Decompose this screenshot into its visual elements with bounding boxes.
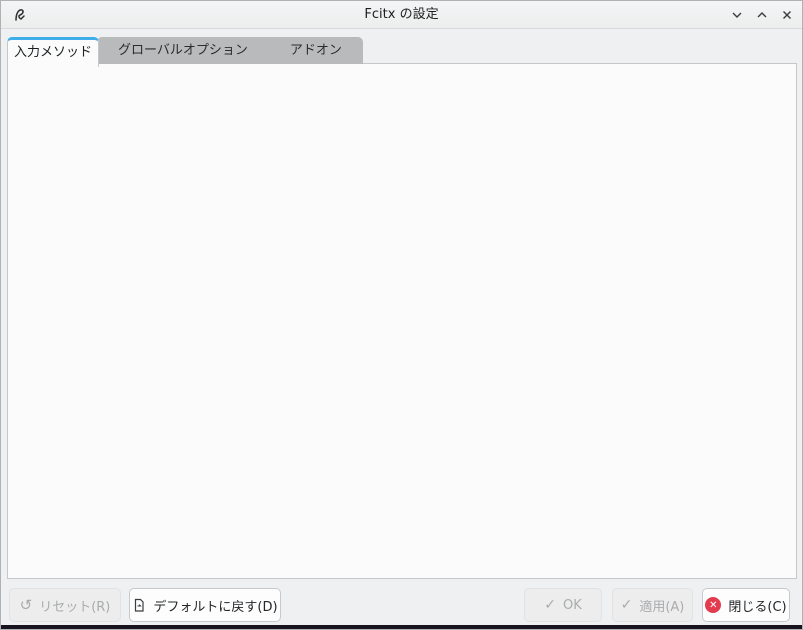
apply-label: 適用(A)	[639, 599, 685, 615]
window-title: Fcitx の設定	[364, 7, 439, 22]
reset-label: リセット(R)	[39, 599, 111, 615]
close-window-button[interactable]	[777, 5, 797, 25]
check-icon: ✓	[544, 597, 556, 613]
restore-defaults-label: デフォルトに戻す(D)	[153, 599, 278, 615]
maximize-icon	[757, 12, 767, 18]
tab-global-options[interactable]: グローバルオプション	[97, 37, 269, 64]
window-bottom-edge	[1, 625, 802, 629]
tab-input-method[interactable]: 入力メソッド	[7, 37, 99, 67]
minimize-icon	[732, 12, 742, 18]
tab-content-frame	[7, 63, 797, 579]
close-button[interactable]: ✕ 閉じる(C)	[702, 588, 790, 622]
fcitx-config-window: Fcitx の設定 入力メソッド グローバルオプション アドオン 現在の入力メソ…	[0, 0, 803, 630]
ok-button[interactable]: ✓ OK	[524, 588, 602, 622]
maximize-button[interactable]	[752, 5, 772, 25]
close-icon	[783, 11, 791, 19]
undo-icon: ↺	[19, 595, 33, 614]
close-label: 閉じる(C)	[728, 599, 787, 615]
ok-label: OK	[562, 597, 582, 613]
tab-addons[interactable]: アドオン	[269, 37, 363, 64]
restore-defaults-button[interactable]: デフォルトに戻す(D)	[129, 588, 281, 622]
document-revert-icon	[135, 598, 145, 612]
apply-button[interactable]: ✓ 適用(A)	[612, 588, 693, 622]
check-icon: ✓	[620, 597, 633, 613]
minimize-button[interactable]	[727, 5, 747, 25]
titlebar: Fcitx の設定	[1, 1, 802, 29]
tab-bar: 入力メソッド グローバルオプション アドオン	[7, 37, 363, 67]
tab-group-inactive: グローバルオプション アドオン	[97, 37, 363, 64]
reset-button[interactable]: ↺ リセット(R)	[9, 588, 121, 622]
close-circle-icon: ✕	[705, 597, 722, 613]
